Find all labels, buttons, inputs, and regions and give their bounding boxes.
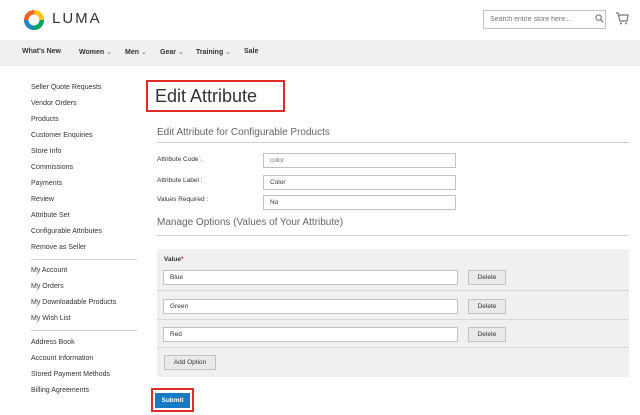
delete-option-button[interactable]: Delete — [468, 327, 506, 342]
sidebar-item-seller-quote-requests[interactable]: Seller Quote Requests — [31, 84, 101, 91]
nav-item-whats-new[interactable]: What's New — [22, 48, 61, 55]
delete-option-button[interactable]: Delete — [468, 299, 506, 314]
section-divider — [157, 142, 629, 143]
sidebar-item-review[interactable]: Review — [31, 196, 54, 203]
attribute-label-label: Attribute Label : — [157, 177, 203, 184]
section-divider — [157, 235, 629, 236]
attribute-label-field[interactable]: Color — [263, 175, 456, 190]
sidebar-item-account-information[interactable]: Account Information — [31, 355, 93, 362]
sidebar-item-my-account[interactable]: My Account — [31, 267, 67, 274]
luma-logo-icon[interactable] — [22, 8, 46, 32]
sidebar-item-payments[interactable]: Payments — [31, 180, 62, 187]
option-row-divider — [157, 347, 629, 348]
site-header: LUMA — [0, 0, 640, 40]
chevron-down-icon: ⌄ — [177, 49, 184, 56]
sidebar-item-attribute-set[interactable]: Attribute Set — [31, 212, 70, 219]
option-value-input-red[interactable]: Red — [163, 327, 458, 342]
sidebar-item-commissions[interactable]: Commissions — [31, 164, 73, 171]
attribute-code-label: Attribute Code : — [157, 156, 203, 163]
value-column-header: Value* — [164, 256, 184, 263]
nav-item-training[interactable]: Training ⌄ — [196, 48, 231, 56]
sidebar-item-remove-as-seller[interactable]: Remove as Seller — [31, 244, 86, 251]
option-value-input-blue[interactable]: Blue — [163, 270, 458, 285]
option-row-divider — [157, 290, 629, 291]
nav-item-women[interactable]: Women ⌄ — [79, 48, 112, 56]
sidebar-item-products[interactable]: Products — [31, 116, 59, 123]
sidebar-item-billing-agreements[interactable]: Billing Agreements — [31, 387, 89, 394]
sidebar-item-my-orders[interactable]: My Orders — [31, 283, 64, 290]
option-value-input-green[interactable]: Green — [163, 299, 458, 314]
sidebar-item-my-downloadable-products[interactable]: My Downloadable Products — [31, 299, 116, 306]
search-icon[interactable] — [595, 14, 604, 23]
sidebar-item-configurable-attributes[interactable]: Configurable Attributes — [31, 228, 102, 235]
cart-icon[interactable] — [615, 12, 629, 25]
sidebar-item-address-book[interactable]: Address Book — [31, 339, 75, 346]
required-asterisk: * — [180, 256, 184, 263]
sidebar-item-store-info[interactable]: Store Info — [31, 148, 61, 155]
brand-name[interactable]: LUMA — [52, 10, 102, 27]
sidebar-item-vendor-orders[interactable]: Vendor Orders — [31, 100, 77, 107]
chevron-down-icon: ⌄ — [141, 49, 147, 56]
delete-option-button[interactable]: Delete — [468, 270, 506, 285]
section-title-manage-options: Manage Options (Values of Your Attribute… — [157, 217, 344, 228]
search-input[interactable] — [483, 10, 606, 29]
add-option-button[interactable]: Add Option — [164, 355, 216, 370]
nav-item-gear[interactable]: Gear ⌄ — [160, 48, 184, 56]
chevron-down-icon: ⌄ — [106, 49, 113, 56]
chevron-down-icon: ⌄ — [225, 49, 232, 56]
sidebar-divider — [31, 330, 137, 331]
sidebar-item-stored-payment-methods[interactable]: Stored Payment Methods — [31, 371, 110, 378]
nav-item-sale[interactable]: Sale — [244, 48, 258, 55]
section-title-edit-attribute: Edit Attribute for Configurable Products — [157, 127, 330, 138]
attribute-code-field[interactable] — [263, 153, 456, 168]
values-required-select[interactable]: No — [263, 195, 456, 210]
values-required-label: Values Required : — [157, 196, 209, 203]
option-row-divider — [157, 319, 629, 320]
submit-button[interactable]: Submit — [155, 393, 190, 408]
sidebar-divider — [31, 259, 137, 260]
nav-item-men[interactable]: Men ⌄ — [125, 48, 147, 56]
main-nav: What's New Women ⌄ Men ⌄ Gear ⌄ Training ⌄ S… — [0, 40, 640, 66]
sidebar-item-my-wish-list[interactable]: My Wish List — [31, 315, 71, 322]
sidebar-item-customer-enquiries[interactable]: Customer Enquiries — [31, 132, 92, 139]
page-title: Edit Attribute — [155, 86, 258, 106]
